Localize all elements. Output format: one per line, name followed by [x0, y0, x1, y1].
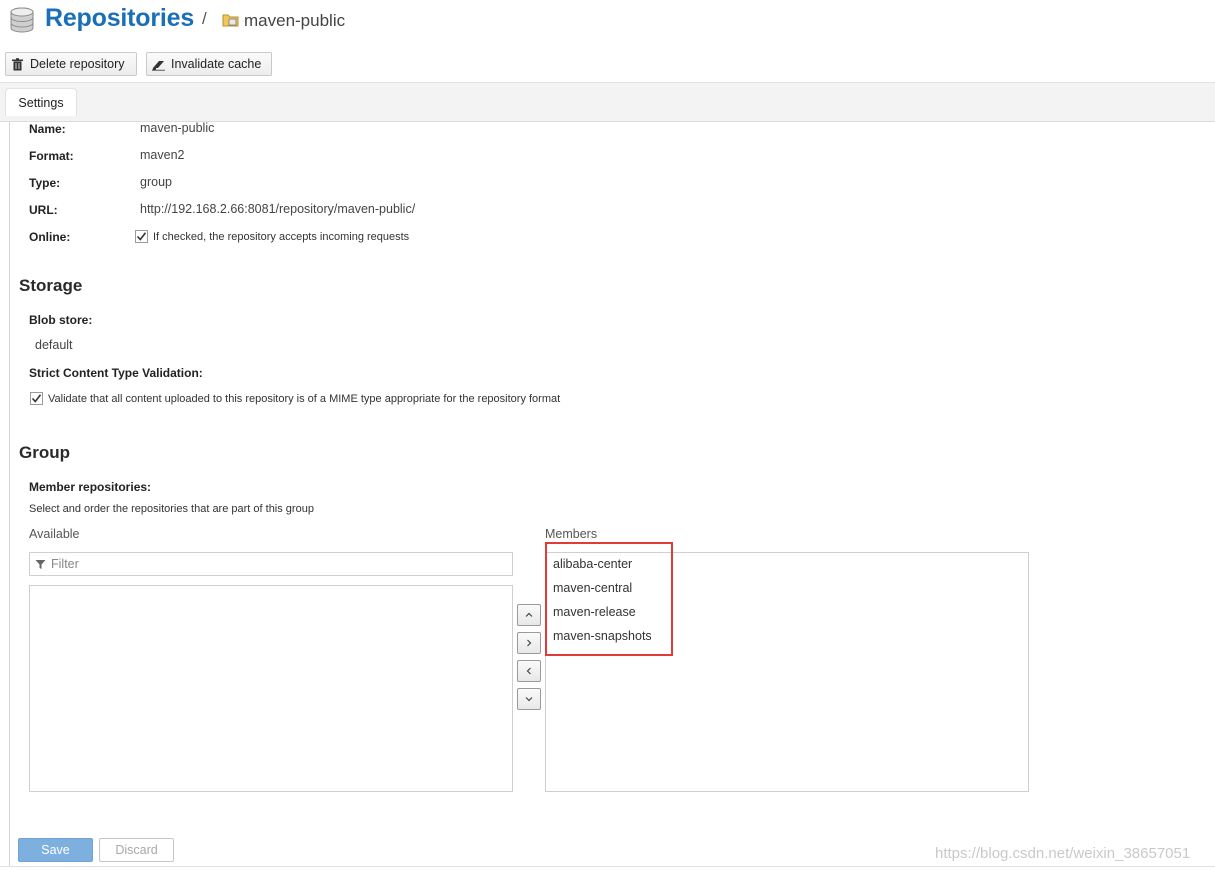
folder-icon: [222, 14, 239, 27]
online-help-text: If checked, the repository accepts incom…: [153, 231, 410, 243]
filter-icon: [35, 559, 46, 569]
filter-input[interactable]: [51, 557, 491, 571]
delete-repository-button[interactable]: Delete repository: [5, 52, 137, 76]
watermark: https://blog.csdn.net/weixin_38657051: [935, 845, 1191, 862]
chevron-up-icon: [525, 612, 533, 617]
chevron-left-icon: [526, 667, 531, 675]
trash-icon: [12, 57, 23, 70]
checkmark-icon: [31, 394, 42, 403]
save-button[interactable]: Save: [18, 838, 93, 862]
add-to-members-button[interactable]: [517, 632, 541, 654]
tab-strip: [0, 82, 1215, 122]
format-label: Format:: [29, 149, 74, 163]
tab-settings[interactable]: Settings: [5, 88, 77, 116]
chevron-right-icon: [527, 639, 532, 647]
delete-repository-label: Delete repository: [30, 57, 125, 71]
type-value: group: [140, 175, 172, 189]
type-label: Type:: [29, 176, 61, 190]
available-label: Available: [29, 527, 80, 541]
url-label: URL:: [29, 203, 58, 217]
online-label: Online:: [29, 230, 71, 244]
blob-store-label: Blob store:: [29, 313, 93, 327]
online-checkbox[interactable]: [135, 230, 148, 243]
breadcrumb-repo-name[interactable]: maven-public: [244, 11, 345, 31]
strict-validation-checkbox[interactable]: [30, 392, 43, 405]
bottom-divider: [0, 866, 1215, 867]
storage-heading: Storage: [19, 276, 83, 295]
group-heading: Group: [19, 443, 70, 462]
invalidate-cache-button[interactable]: Invalidate cache: [146, 52, 272, 76]
remove-from-members-button[interactable]: [517, 660, 541, 682]
member-repositories-help: Select and order the repositories that a…: [29, 503, 314, 515]
database-icon: [10, 7, 34, 33]
panel-border: [9, 122, 10, 866]
available-list[interactable]: [29, 585, 513, 792]
annotation-highlight-box: [545, 542, 673, 656]
checkmark-icon: [136, 232, 147, 241]
name-value: maven-public: [140, 121, 215, 135]
name-label: Name:: [29, 122, 66, 136]
move-down-button[interactable]: [517, 688, 541, 710]
move-up-button[interactable]: [517, 604, 541, 626]
chevron-down-icon: [525, 697, 533, 702]
strict-validation-text: Validate that all content uploaded to th…: [48, 393, 561, 405]
member-repositories-label: Member repositories:: [29, 480, 152, 494]
members-label: Members: [545, 527, 598, 541]
invalidate-cache-label: Invalidate cache: [171, 57, 262, 71]
blob-store-value: default: [35, 338, 73, 352]
breadcrumb-separator: /: [202, 9, 207, 28]
filter-box[interactable]: [29, 552, 513, 576]
format-value: maven2: [140, 148, 185, 162]
eraser-icon: [152, 60, 165, 71]
url-value: http://192.168.2.66:8081/repository/mave…: [140, 202, 416, 216]
page-title: Repositories: [45, 4, 195, 32]
discard-button[interactable]: Discard: [99, 838, 174, 862]
strict-validation-label: Strict Content Type Validation:: [29, 366, 203, 380]
